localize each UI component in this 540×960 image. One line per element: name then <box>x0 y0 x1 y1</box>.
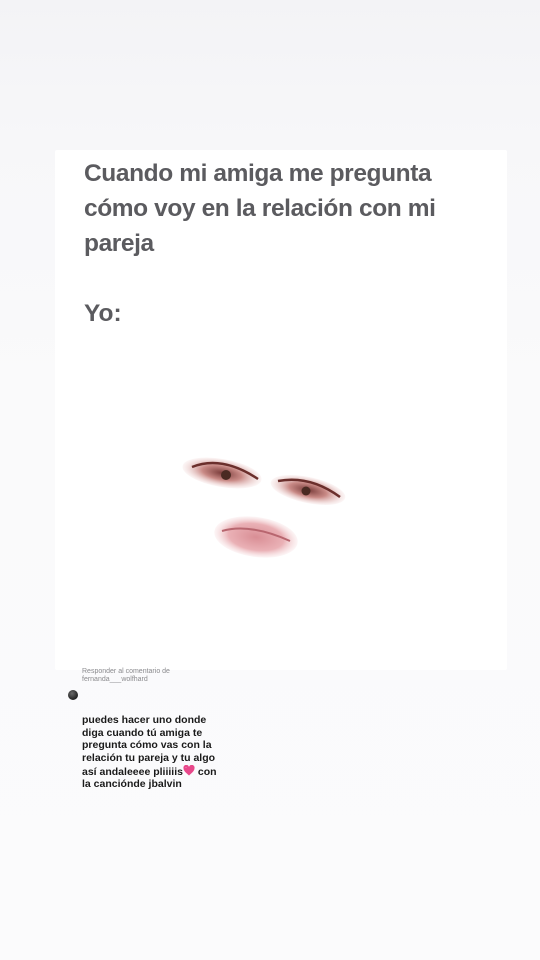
reply-username: fernanda___wolfhard <box>82 676 148 683</box>
face-cutout-image <box>182 457 346 558</box>
sparkling-heart-icon <box>183 764 195 776</box>
meme-caption-line: cómo voy en la relación con mi <box>84 195 436 222</box>
reply-body: puedes hacer uno donde diga cuando tú am… <box>68 689 238 791</box>
right-eye-image <box>270 475 346 505</box>
video-frame: Cuando mi amiga me pregunta cómo voy en … <box>0 0 540 960</box>
meme-caption-line: pareja <box>84 230 154 257</box>
avatar <box>68 690 78 700</box>
meme-caption: Cuando mi amiga me pregunta cómo voy en … <box>84 156 484 261</box>
left-eye-image <box>182 457 262 489</box>
reply-header-line: Responder al comentario de <box>82 668 170 675</box>
meme-caption-line: Cuando mi amiga me pregunta <box>84 160 432 187</box>
meme-punchline: Yo: <box>84 300 122 327</box>
lips-image <box>214 516 298 558</box>
reply-header: Responder al comentario de fernanda___wo… <box>82 668 238 684</box>
reply-comment-bubble: Responder al comentario de fernanda___wo… <box>68 668 238 791</box>
